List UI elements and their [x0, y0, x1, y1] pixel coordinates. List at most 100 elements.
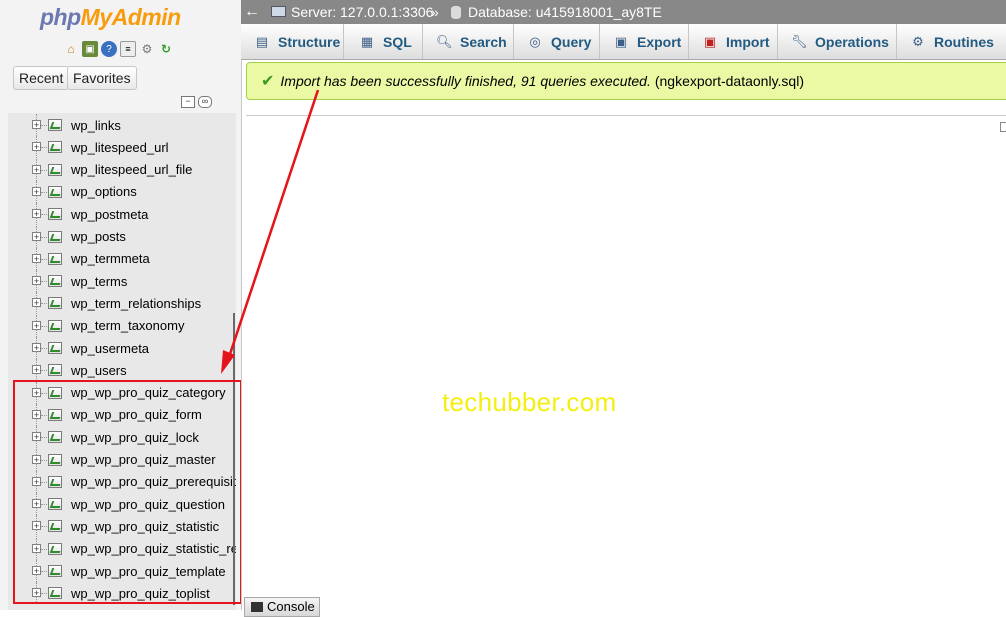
expand-plus-icon[interactable]: +: [32, 365, 41, 375]
table-icon[interactable]: [48, 119, 62, 131]
tree-scrollbar[interactable]: [233, 313, 235, 605]
breadcrumb-database[interactable]: Database: u415918001_ay8TE: [468, 0, 662, 24]
table-name-label[interactable]: wp_wp_pro_quiz_statistic: [71, 519, 219, 534]
tab-query[interactable]: ◎ Query: [514, 24, 600, 59]
table-icon[interactable]: [48, 520, 62, 533]
breadcrumb-server[interactable]: Server: 127.0.0.1:3306: [291, 0, 433, 24]
table-name-label[interactable]: wp_termmeta: [71, 251, 150, 266]
table-icon[interactable]: [48, 297, 62, 310]
table-icon[interactable]: [48, 386, 62, 399]
expand-plus-icon[interactable]: +: [32, 343, 41, 353]
table-icon[interactable]: [48, 565, 62, 577]
favorites-button[interactable]: Favorites: [67, 66, 137, 90]
expand-plus-icon[interactable]: +: [32, 320, 41, 330]
table-tree-item[interactable]: + wp_wp_pro_quiz_toplist: [8, 582, 236, 605]
tab-structure[interactable]: ▤ Structure: [241, 24, 344, 59]
table-name-label[interactable]: wp_posts: [71, 229, 126, 244]
expand-plus-icon[interactable]: +: [32, 142, 41, 152]
table-icon[interactable]: [48, 185, 62, 198]
table-name-label[interactable]: wp_litespeed_url: [71, 140, 169, 155]
table-icon[interactable]: [48, 475, 62, 488]
table-tree-item[interactable]: + wp_usermeta: [8, 337, 236, 359]
table-tree-item[interactable]: + wp_postmeta: [8, 203, 236, 226]
tab-export[interactable]: ▣ Export: [600, 24, 689, 59]
help-icon[interactable]: ?: [101, 41, 117, 57]
table-icon[interactable]: [48, 453, 62, 466]
expand-plus-icon[interactable]: +: [32, 521, 41, 531]
expand-plus-icon[interactable]: +: [32, 276, 41, 286]
table-icon[interactable]: [48, 431, 62, 444]
table-name-label[interactable]: wp_usermeta: [71, 341, 149, 356]
table-icon[interactable]: [48, 208, 62, 221]
table-name-label[interactable]: wp_wp_pro_quiz_category: [71, 385, 226, 400]
tab-routines[interactable]: ⚙ Routines: [897, 24, 1006, 59]
recent-button[interactable]: Recent: [13, 66, 70, 90]
table-name-label[interactable]: wp_term_taxonomy: [71, 318, 184, 333]
table-tree-item[interactable]: + wp_litespeed_url: [8, 136, 236, 159]
tab-import[interactable]: ▣ Import: [689, 24, 778, 59]
table-tree-item[interactable]: + wp_wp_pro_quiz_statistic_ref: [8, 537, 236, 560]
table-icon[interactable]: [48, 163, 62, 176]
tab-operations[interactable]: 🔧︎ Operations: [778, 24, 897, 59]
table-tree-item[interactable]: + wp_wp_pro_quiz_category: [8, 381, 236, 404]
table-tree-item[interactable]: + wp_term_taxonomy: [8, 314, 236, 337]
table-name-label[interactable]: wp_wp_pro_quiz_template: [71, 564, 226, 579]
table-tree-item[interactable]: + wp_wp_pro_quiz_lock: [8, 426, 236, 449]
settings-icon[interactable]: ⚙: [139, 41, 155, 57]
collapse-all-icon[interactable]: −: [181, 96, 195, 108]
table-icon[interactable]: [48, 542, 62, 555]
table-tree-item[interactable]: + wp_wp_pro_quiz_prerequisite: [8, 470, 236, 493]
table-tree-item[interactable]: + wp_wp_pro_quiz_master: [8, 448, 236, 471]
expand-plus-icon[interactable]: +: [32, 454, 41, 464]
table-icon[interactable]: [48, 319, 62, 332]
table-name-label[interactable]: wp_terms: [71, 274, 127, 289]
expand-plus-icon[interactable]: +: [32, 588, 41, 598]
expand-plus-icon[interactable]: +: [32, 120, 41, 130]
expand-plus-icon[interactable]: +: [32, 476, 41, 486]
table-tree-item[interactable]: + wp_links: [8, 114, 236, 136]
table-name-label[interactable]: wp_postmeta: [71, 207, 148, 222]
table-tree-item[interactable]: + wp_posts: [8, 225, 236, 248]
link-icon[interactable]: ∞: [198, 96, 212, 108]
tab-search[interactable]: 🔍︎ Search: [423, 24, 514, 59]
logout-icon[interactable]: ▣: [82, 41, 98, 57]
table-name-label[interactable]: wp_wp_pro_quiz_master: [71, 452, 216, 467]
table-name-label[interactable]: wp_options: [71, 184, 137, 199]
table-icon[interactable]: [48, 498, 62, 511]
table-tree-item[interactable]: + wp_litespeed_url_file: [8, 158, 236, 181]
table-icon[interactable]: [48, 408, 62, 421]
table-tree-item[interactable]: + wp_wp_pro_quiz_statistic: [8, 515, 236, 538]
docs-icon[interactable]: ≡: [120, 41, 136, 57]
expand-plus-icon[interactable]: +: [32, 409, 41, 419]
table-tree-item[interactable]: + wp_term_relationships: [8, 292, 236, 315]
expand-plus-icon[interactable]: +: [32, 164, 41, 174]
back-arrow-icon[interactable]: ←: [244, 0, 260, 24]
table-tree-item[interactable]: + wp_terms: [8, 270, 236, 293]
tab-sql[interactable]: ▦ SQL: [344, 24, 423, 59]
expand-plus-icon[interactable]: +: [32, 298, 41, 308]
table-name-label[interactable]: wp_wp_pro_quiz_question: [71, 497, 225, 512]
table-name-label[interactable]: wp_wp_pro_quiz_lock: [71, 430, 199, 445]
table-name-label[interactable]: wp_users: [71, 363, 127, 378]
table-icon[interactable]: [48, 342, 62, 354]
table-name-label[interactable]: wp_wp_pro_quiz_prerequisite: [71, 474, 236, 489]
table-name-label[interactable]: wp_links: [71, 118, 121, 133]
table-name-label[interactable]: wp_litespeed_url_file: [71, 162, 192, 177]
table-tree-item[interactable]: + wp_users: [8, 359, 236, 382]
table-tree-item[interactable]: + wp_termmeta: [8, 247, 236, 270]
table-icon[interactable]: [48, 252, 62, 265]
page-settings-icon[interactable]: [1000, 122, 1006, 132]
expand-plus-icon[interactable]: +: [32, 209, 41, 219]
table-tree-item[interactable]: + wp_options: [8, 180, 236, 203]
console-button[interactable]: Console: [244, 597, 320, 617]
table-tree-item[interactable]: + wp_wp_pro_quiz_form: [8, 403, 236, 426]
expand-plus-icon[interactable]: +: [32, 499, 41, 509]
table-icon[interactable]: [48, 141, 62, 154]
table-icon[interactable]: [48, 230, 62, 243]
expand-plus-icon[interactable]: +: [32, 566, 41, 576]
table-name-label[interactable]: wp_term_relationships: [71, 296, 201, 311]
expand-plus-icon[interactable]: +: [32, 387, 41, 397]
expand-plus-icon[interactable]: +: [32, 186, 41, 196]
table-name-label[interactable]: wp_wp_pro_quiz_form: [71, 407, 202, 422]
table-tree-item[interactable]: + wp_wp_pro_quiz_question: [8, 493, 236, 516]
